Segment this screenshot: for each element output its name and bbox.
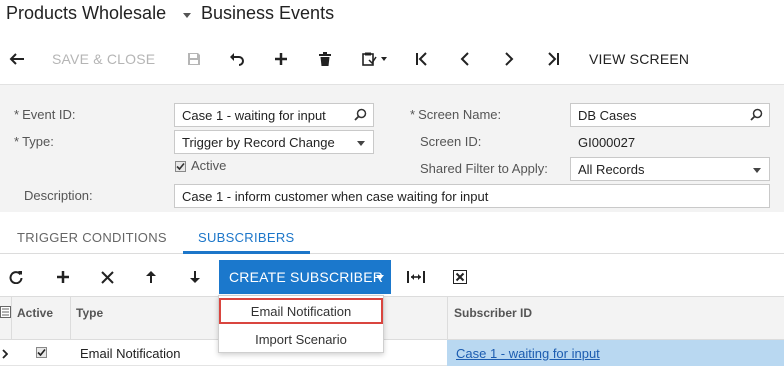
row-subscriber-link[interactable]: Case 1 - waiting for input [456,346,600,361]
clipboard-icon[interactable] [358,48,392,70]
view-screen-button[interactable]: VIEW SCREEN [589,48,689,70]
save-close-button[interactable]: SAVE & CLOSE [52,48,155,70]
tab-bar: TRIGGER CONDITIONS SUBSCRIBERS [0,220,784,254]
shared-filter-label: Shared Filter to Apply: [420,161,548,176]
last-icon[interactable] [542,48,564,70]
refresh-icon[interactable] [5,266,27,288]
screen-name-label-text: Screen Name: [418,107,502,122]
create-subscriber-label: CREATE SUBSCRIBER [229,269,384,285]
chevron-down-icon[interactable] [357,141,365,146]
column-divider [11,296,12,340]
active-tab-indicator [183,251,310,254]
tab-trigger-conditions[interactable]: TRIGGER CONDITIONS [17,230,167,245]
shared-filter-value: All Records [578,162,645,177]
create-subscriber-menu: Email Notification Import Scenario [218,295,384,353]
required-marker: * [410,107,416,122]
row-selector-icon[interactable] [0,306,11,321]
menu-item-import-scenario[interactable]: Import Scenario [219,326,383,352]
event-id-field[interactable]: Case 1 - waiting for input [174,103,374,127]
screen-name-value: DB Cases [578,108,637,123]
search-icon[interactable] [750,108,763,124]
column-divider [70,296,71,340]
save-icon[interactable] [183,48,205,70]
first-icon[interactable] [411,48,433,70]
type-value: Trigger by Record Change [182,135,335,150]
column-header-subscriber-id[interactable]: Subscriber ID [454,306,532,320]
row-type-cell[interactable]: Email Notification [80,346,180,361]
tab-subscribers[interactable]: SUBSCRIBERS [198,230,295,245]
column-header-active[interactable]: Active [17,306,53,320]
delete-row-icon[interactable] [96,266,118,288]
back-icon[interactable] [6,48,28,70]
screen-id-label: Screen ID: [420,134,482,149]
column-header-type[interactable]: Type [76,306,103,320]
column-divider [447,296,448,340]
company-name[interactable]: Products Wholesale [6,3,166,24]
row-active-checkbox[interactable] [36,347,47,358]
company-dropdown-caret-icon[interactable] [183,13,191,18]
row-pointer-icon [2,347,9,362]
next-icon[interactable] [498,48,520,70]
move-up-icon[interactable] [140,266,162,288]
description-field[interactable]: Case 1 - inform customer when case waiti… [174,184,770,208]
required-marker: * [14,107,20,122]
fit-columns-icon[interactable] [405,266,427,288]
description-value: Case 1 - inform customer when case waiti… [182,189,489,204]
export-excel-icon[interactable] [449,266,471,288]
active-label: Active [191,158,227,173]
type-label-text: Type: [22,134,54,149]
shared-filter-select[interactable]: All Records [570,157,770,181]
description-label: Description: [24,188,93,203]
previous-icon[interactable] [454,48,476,70]
search-icon[interactable] [354,108,367,124]
title-bar: Products Wholesale Business Events [0,0,784,30]
event-id-value: Case 1 - waiting for input [182,108,326,123]
move-down-icon[interactable] [184,266,206,288]
grid-header: Active Type Subscriber ID [0,296,784,340]
create-subscriber-button[interactable]: CREATE SUBSCRIBER [219,260,391,294]
screen-title: Business Events [201,3,335,23]
menu-item-email-notification[interactable]: Email Notification [219,298,383,324]
type-select[interactable]: Trigger by Record Change [174,130,374,154]
chevron-down-icon[interactable] [753,168,761,173]
type-label: * Type: [14,134,54,149]
screen-name-label: * Screen Name: [410,107,501,122]
grid-toolbar [0,258,784,296]
event-id-label: * Event ID: [14,107,76,122]
undo-icon[interactable] [226,48,248,70]
screen-id-value: GI000027 [578,135,636,150]
chevron-down-icon[interactable] [376,275,384,280]
screen-name-field[interactable]: DB Cases [570,103,770,127]
add-icon[interactable] [270,48,292,70]
required-marker: * [14,134,20,149]
main-toolbar: SAVE & CLOSE VIEW SCREEN [0,40,784,78]
active-checkbox[interactable] [175,161,186,172]
add-row-icon[interactable] [52,266,74,288]
event-id-label-text: Event ID: [22,107,76,122]
delete-icon[interactable] [314,48,336,70]
